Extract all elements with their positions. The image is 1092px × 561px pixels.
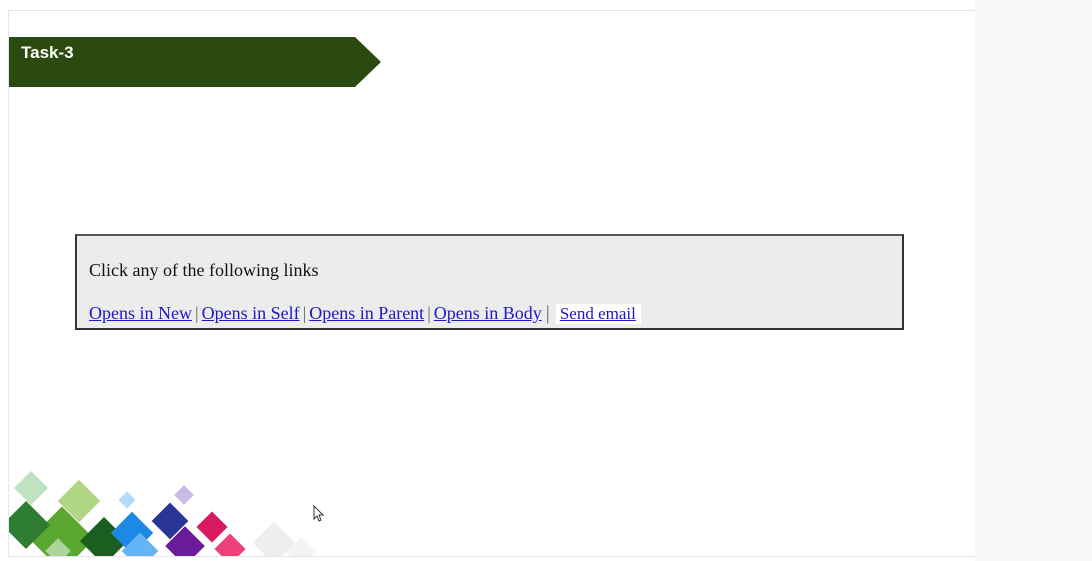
link-opens-in-self[interactable]: Opens in Self bbox=[202, 303, 300, 323]
link-box: Click any of the following links Opens i… bbox=[75, 234, 904, 330]
mouse-cursor-icon bbox=[313, 505, 325, 522]
links-row: Opens in New | Opens in Self | Opens in Pare… bbox=[89, 302, 641, 325]
link-opens-in-body[interactable]: Opens in Body bbox=[434, 303, 542, 323]
task-title: Task-3 bbox=[21, 43, 74, 62]
link-opens-in-parent[interactable]: Opens in Parent bbox=[309, 303, 424, 323]
right-margin-panel bbox=[975, 0, 1092, 561]
separator: | bbox=[427, 303, 431, 323]
screen: Task-3 Click any of the following links … bbox=[0, 0, 1092, 561]
link-opens-in-new[interactable]: Opens in New bbox=[89, 303, 192, 323]
link-send-email[interactable]: Send email bbox=[555, 304, 641, 324]
prompt-text: Click any of the following links bbox=[89, 260, 319, 280]
separator: | bbox=[194, 303, 199, 323]
decorative-diamonds bbox=[9, 471, 316, 556]
separator: | bbox=[302, 303, 307, 323]
slide-canvas: Task-3 Click any of the following links … bbox=[8, 10, 975, 557]
separator: | bbox=[545, 302, 550, 324]
